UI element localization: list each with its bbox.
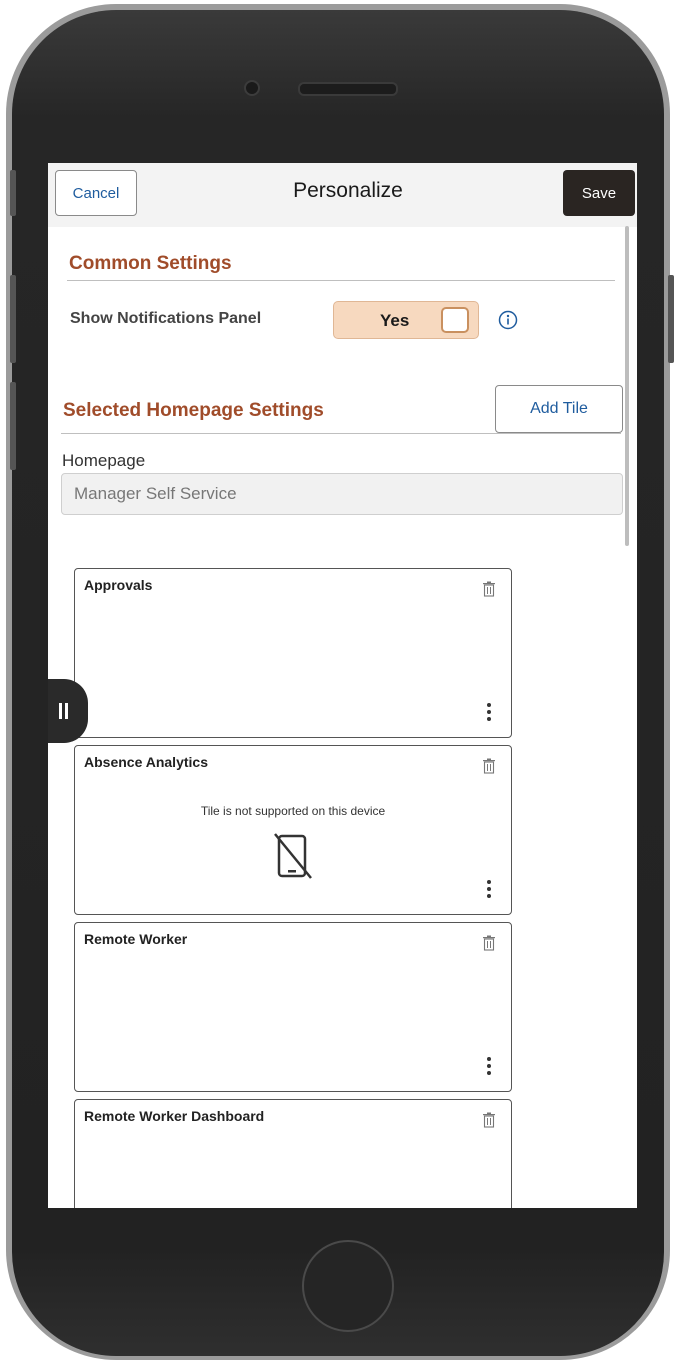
silent-switch (10, 170, 16, 216)
tile-title: Absence Analytics (84, 754, 208, 770)
home-button[interactable] (302, 1240, 394, 1332)
tile-title: Remote Worker (84, 931, 188, 947)
speaker (298, 82, 398, 96)
toggle-knob[interactable] (441, 307, 469, 333)
add-tile-button[interactable]: Add Tile (495, 385, 623, 433)
save-button[interactable]: Save (563, 170, 635, 216)
screen: Cancel Personalize Save Common Settings … (48, 163, 637, 1208)
header-bar: Cancel Personalize Save (48, 163, 637, 227)
homepage-settings-heading: Selected Homepage Settings (63, 400, 324, 421)
divider (67, 280, 615, 281)
trash-icon[interactable] (482, 581, 496, 597)
volume-down-button (10, 382, 16, 470)
trash-icon[interactable] (482, 935, 496, 951)
trash-icon[interactable] (482, 758, 496, 774)
homepage-field[interactable]: Manager Self Service (61, 473, 623, 515)
divider (61, 433, 621, 434)
info-icon[interactable] (498, 310, 518, 330)
unsupported-message: Tile is not supported on this device (200, 804, 386, 818)
tile-remote-worker[interactable]: Remote Worker (74, 922, 512, 1092)
tile-remote-worker-dashboard[interactable]: Remote Worker Dashboard (74, 1099, 512, 1208)
drag-handle[interactable] (48, 679, 88, 743)
device-unsupported-icon (274, 833, 312, 879)
volume-up-button (10, 275, 16, 363)
tile-title: Approvals (84, 577, 153, 593)
tile-absence-analytics[interactable]: Absence Analytics Tile is not supported … (74, 745, 512, 915)
toggle-value: Yes (380, 311, 410, 330)
page-title: Personalize (293, 179, 403, 202)
cancel-button[interactable]: Cancel (55, 170, 137, 216)
power-button (668, 275, 674, 363)
homepage-label: Homepage (62, 451, 146, 470)
scrollbar[interactable] (625, 226, 629, 546)
tile-title: Remote Worker Dashboard (84, 1108, 265, 1124)
camera (244, 80, 260, 96)
more-options-icon[interactable] (486, 1057, 492, 1078)
more-options-icon[interactable] (486, 703, 492, 724)
notifications-label: Show Notifications Panel (70, 310, 262, 327)
common-settings-heading: Common Settings (69, 253, 232, 274)
notifications-toggle[interactable]: Yes (333, 301, 479, 339)
tile-approvals[interactable]: Approvals (74, 568, 512, 738)
more-options-icon[interactable] (486, 880, 492, 901)
trash-icon[interactable] (482, 1112, 496, 1128)
